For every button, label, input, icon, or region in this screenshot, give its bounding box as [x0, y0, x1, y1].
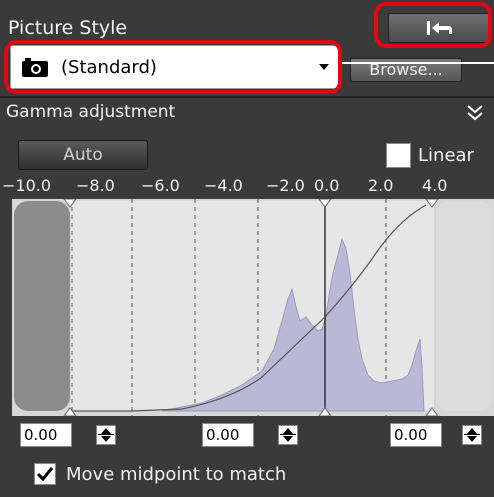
midpoint-spinner: 0.00: [202, 423, 298, 447]
reset-button[interactable]: [388, 13, 490, 43]
picture-style-select[interactable]: (Standard): [10, 45, 340, 89]
gamma-graph[interactable]: [12, 199, 494, 416]
tick-label: −8.0: [76, 176, 115, 195]
tick-label: −6.0: [141, 176, 180, 195]
black-point-stepper[interactable]: [96, 425, 116, 445]
picture-style-title: Picture Style: [8, 17, 128, 39]
white-point-input[interactable]: 0.00: [390, 423, 442, 447]
move-midpoint-label: Move midpoint to match: [66, 464, 287, 485]
stepper-divider: [98, 434, 114, 435]
reset-arrow-icon: [427, 21, 452, 35]
move-midpoint-checkbox[interactable]: [34, 463, 56, 485]
picture-style-value: (Standard): [61, 56, 157, 78]
shadow-clip-region: [14, 201, 70, 411]
tick-label: −10.0: [2, 176, 52, 195]
auto-button[interactable]: Auto: [18, 140, 148, 170]
step-down-icon: [467, 436, 477, 442]
white-point-stepper[interactable]: [462, 425, 482, 445]
tick-label: −4.0: [204, 176, 243, 195]
stepper-divider: [280, 434, 296, 435]
stepper-divider: [464, 434, 480, 435]
linear-label: Linear: [418, 145, 474, 166]
black-point-input[interactable]: 0.00: [20, 423, 72, 447]
midpoint-stepper[interactable]: [278, 425, 298, 445]
highlight-clip-region: [436, 201, 492, 411]
callout-leader-line: [342, 62, 494, 64]
gamma-title: Gamma adjustment: [6, 102, 176, 122]
linear-checkbox[interactable]: [386, 143, 411, 168]
midpoint-input[interactable]: 0.00: [202, 423, 254, 447]
dropdown-arrow-icon: [319, 64, 329, 70]
tick-label: −2.0: [266, 176, 305, 195]
step-down-icon: [101, 436, 111, 442]
white-point-spinner: 0.00: [390, 423, 482, 447]
tick-label: 0.0: [314, 176, 340, 195]
step-down-icon: [283, 436, 293, 442]
picture-style-panel: Picture Style Browse... (Standard) Gamma…: [0, 0, 494, 497]
black-point-spinner: 0.00: [20, 423, 116, 447]
checkmark-icon: [36, 467, 54, 482]
double-chevron-down-icon[interactable]: [466, 104, 484, 122]
section-divider: [0, 96, 494, 98]
camera-icon: [22, 58, 48, 77]
tick-label: 2.0: [368, 176, 394, 195]
tick-label: 4.0: [422, 176, 448, 195]
